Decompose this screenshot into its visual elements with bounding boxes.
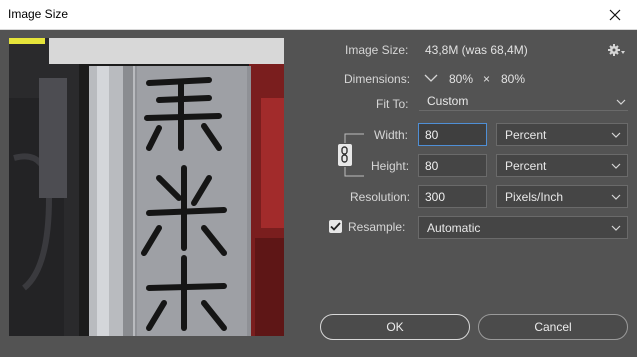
width-unit-value: Percent: [505, 128, 547, 142]
title-bar: Image Size: [0, 0, 637, 30]
resample-method-select[interactable]: Automatic: [418, 216, 628, 239]
resample-method-value: Automatic: [427, 221, 481, 235]
settings-button[interactable]: [608, 43, 626, 57]
dimensions-width: 80%: [449, 72, 474, 86]
image-preview[interactable]: [9, 38, 284, 336]
chevron-down-icon: [424, 74, 438, 82]
width-unit-select[interactable]: Percent: [496, 123, 628, 146]
image-size-label: Image Size:: [345, 43, 409, 57]
height-unit-select[interactable]: Percent: [496, 154, 628, 177]
dimensions-height: 80%: [501, 72, 526, 86]
width-label: Width:: [374, 128, 409, 142]
height-unit-value: Percent: [505, 159, 547, 173]
fit-to-select[interactable]: Custom: [419, 94, 628, 111]
chevron-down-icon: [611, 194, 621, 200]
height-label: Height:: [371, 159, 410, 173]
constrain-proportions[interactable]: [336, 133, 366, 177]
dimensions-label: Dimensions:: [344, 72, 411, 86]
resample-checkbox[interactable]: [329, 220, 342, 233]
fit-to-value: Custom: [427, 94, 469, 108]
resample-label: Resample:: [348, 220, 406, 234]
chevron-down-icon: [611, 132, 621, 138]
resolution-unit-select[interactable]: Pixels/Inch: [496, 185, 628, 208]
cancel-button[interactable]: Cancel: [478, 314, 628, 340]
chevron-down-icon: [616, 99, 626, 105]
close-icon: [609, 9, 621, 21]
window-title: Image Size: [8, 7, 69, 21]
image-size-value: 43,8M (was 68,4M): [425, 43, 528, 57]
gear-icon: [608, 44, 625, 56]
fit-to-label: Fit To:: [376, 97, 409, 111]
resolution-label: Resolution:: [350, 190, 411, 204]
resolution-unit-value: Pixels/Inch: [505, 190, 564, 204]
dimensions-dropdown[interactable]: [424, 72, 438, 84]
height-input[interactable]: [418, 154, 487, 177]
chevron-down-icon: [611, 163, 621, 169]
checkmark-icon: [330, 222, 341, 231]
chevron-down-icon: [611, 225, 621, 231]
dimensions-separator: ×: [483, 72, 491, 86]
resolution-input[interactable]: [418, 185, 487, 208]
ok-button[interactable]: OK: [320, 314, 470, 340]
width-input[interactable]: [418, 123, 487, 146]
chain-link-icon: [338, 133, 364, 177]
close-button[interactable]: [601, 3, 629, 27]
